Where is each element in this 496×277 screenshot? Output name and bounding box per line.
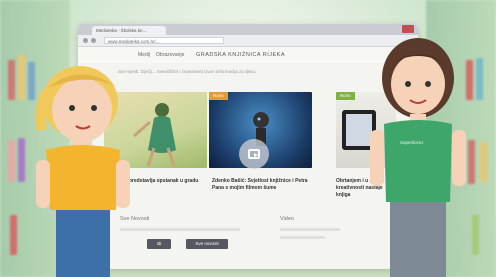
- text-placeholder-line: [120, 228, 240, 231]
- address-bar: www.medioteka.com.hr/...: [78, 35, 418, 47]
- all-news-button[interactable]: Sve novosti: [186, 239, 228, 249]
- text-placeholder-line: [280, 228, 340, 231]
- play-icon: [248, 149, 260, 159]
- back-arrow-icon[interactable]: [83, 38, 88, 43]
- cartoon-girl-right: [370, 38, 466, 277]
- menu-item-medij[interactable]: Medij: [138, 52, 150, 58]
- shirt-text: Superlicenz: [400, 140, 424, 145]
- forward-arrow-icon[interactable]: [91, 38, 96, 43]
- section-video-label: Video: [280, 216, 294, 222]
- browser-tab-bar: Medioteka - Školska kn...: [78, 24, 418, 35]
- breadcrumb: Sve vijesti: Dječji... Sveučilišni i zna…: [118, 69, 256, 74]
- card-badge: Novo: [336, 92, 355, 100]
- book: [8, 140, 15, 182]
- site-title: GRADSKA KNJIŽNICA RIJEKA: [196, 52, 286, 58]
- video-play-button[interactable]: [239, 139, 269, 169]
- text-placeholder-line: [280, 236, 325, 239]
- url-field[interactable]: www.medioteka.com.hr/...: [104, 37, 224, 44]
- card-caption-2[interactable]: Zdenko Bašić: Svjetlost knjižnice i Petr…: [212, 178, 312, 192]
- go-button[interactable]: Idi: [147, 239, 171, 249]
- book: [480, 142, 487, 182]
- menu-item-obrazovanje[interactable]: Obrazovanje: [156, 52, 184, 58]
- cartoon-girl-left: [35, 66, 130, 277]
- book: [10, 215, 17, 255]
- book: [18, 55, 25, 100]
- card-badge: Novo: [209, 92, 228, 100]
- browser-tab[interactable]: Medioteka - Školska kn...: [92, 26, 166, 35]
- book: [8, 60, 15, 100]
- book: [18, 138, 25, 182]
